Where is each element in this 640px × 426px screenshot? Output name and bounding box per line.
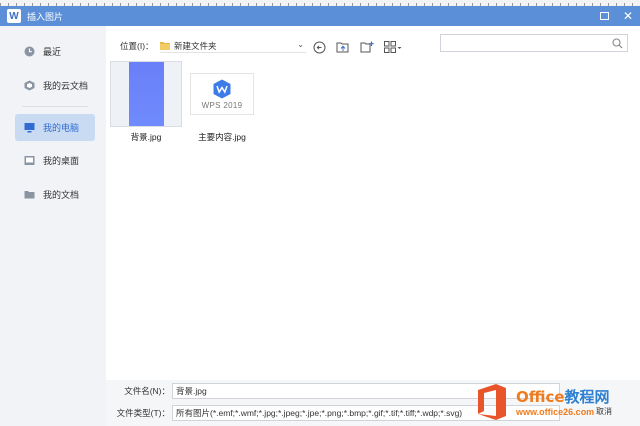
thumbnail-text: WPS 2019 bbox=[201, 100, 243, 110]
view-mode-button[interactable] bbox=[384, 40, 402, 54]
window-title: 插入图片 bbox=[27, 11, 64, 22]
sidebar-item-desktop[interactable]: 我的桌面 bbox=[15, 147, 95, 174]
location-bar: 位置(I)： 新建文件夹 ⌄ bbox=[120, 38, 306, 54]
desktop-icon bbox=[24, 155, 35, 166]
sidebar-item-cloud-docs[interactable]: 我的云文档 bbox=[15, 72, 95, 99]
back-button[interactable] bbox=[312, 40, 326, 54]
sidebar-item-label: 我的文档 bbox=[43, 190, 80, 200]
wps-logo-icon: W bbox=[7, 9, 21, 23]
search-input[interactable] bbox=[440, 34, 628, 52]
sidebar-item-label: 我的电脑 bbox=[43, 123, 80, 133]
file-thumbnail: WPS 2019 bbox=[186, 61, 258, 127]
back-icon bbox=[313, 41, 325, 53]
filename-label: 文件名(N)： bbox=[124, 386, 170, 396]
cancel-button[interactable]: 取消 bbox=[571, 403, 637, 419]
search-icon bbox=[612, 38, 623, 49]
new-folder-button[interactable] bbox=[360, 40, 374, 54]
close-icon: ✕ bbox=[622, 9, 634, 23]
nav-toolbar bbox=[312, 40, 402, 54]
maximize-button[interactable] bbox=[598, 10, 610, 22]
sidebar-item-label: 最近 bbox=[43, 47, 62, 57]
office-logo-icon bbox=[478, 383, 506, 420]
new-folder-icon bbox=[360, 41, 374, 52]
watermark: Office教程网 www.office26.com 取消 bbox=[474, 377, 640, 426]
grid-view-icon bbox=[384, 41, 402, 53]
file-browser: 位置(I)： 新建文件夹 ⌄ 背景.jpg WPS 2019 主要内容.jpg bbox=[106, 26, 640, 380]
file-item-background[interactable]: 背景.jpg bbox=[110, 61, 182, 143]
up-folder-button[interactable] bbox=[336, 40, 350, 54]
file-item-main-content[interactable]: WPS 2019 主要内容.jpg bbox=[186, 61, 258, 143]
filetype-label: 文件类型(T)： bbox=[116, 408, 170, 418]
folder-icon bbox=[24, 189, 35, 200]
file-thumbnail bbox=[110, 61, 182, 127]
sidebar-item-label: 我的桌面 bbox=[43, 156, 80, 166]
file-name: 主要内容.jpg bbox=[198, 132, 246, 142]
sidebar-item-label: 我的云文档 bbox=[43, 81, 89, 91]
title-bar: W 插入图片 ✕ bbox=[0, 6, 640, 26]
sidebar-item-recent[interactable]: 最近 bbox=[15, 38, 95, 65]
chevron-down-icon: ⌄ bbox=[297, 40, 304, 49]
wps-logo-icon bbox=[213, 79, 231, 98]
sidebar-item-documents[interactable]: 我的文档 bbox=[15, 181, 95, 208]
close-button[interactable]: ✕ bbox=[622, 10, 634, 22]
image-thumbnail: WPS 2019 bbox=[191, 74, 253, 114]
image-thumbnail bbox=[128, 62, 164, 126]
location-label: 位置(I)： bbox=[120, 41, 154, 51]
file-name: 背景.jpg bbox=[130, 132, 162, 142]
sidebar-item-my-computer[interactable]: 我的电脑 bbox=[15, 114, 95, 141]
folder-icon bbox=[160, 41, 170, 50]
maximize-icon bbox=[599, 12, 609, 20]
sidebar-divider bbox=[22, 106, 88, 107]
up-folder-icon bbox=[336, 42, 349, 52]
location-value: 新建文件夹 bbox=[174, 40, 217, 51]
computer-icon bbox=[24, 122, 35, 133]
sidebar: 最近 我的云文档 我的电脑 我的桌面 我的文档 bbox=[0, 26, 106, 426]
clock-icon bbox=[24, 46, 35, 57]
location-dropdown[interactable]: 新建文件夹 ⌄ bbox=[160, 39, 306, 53]
cloud-doc-icon bbox=[24, 80, 35, 91]
